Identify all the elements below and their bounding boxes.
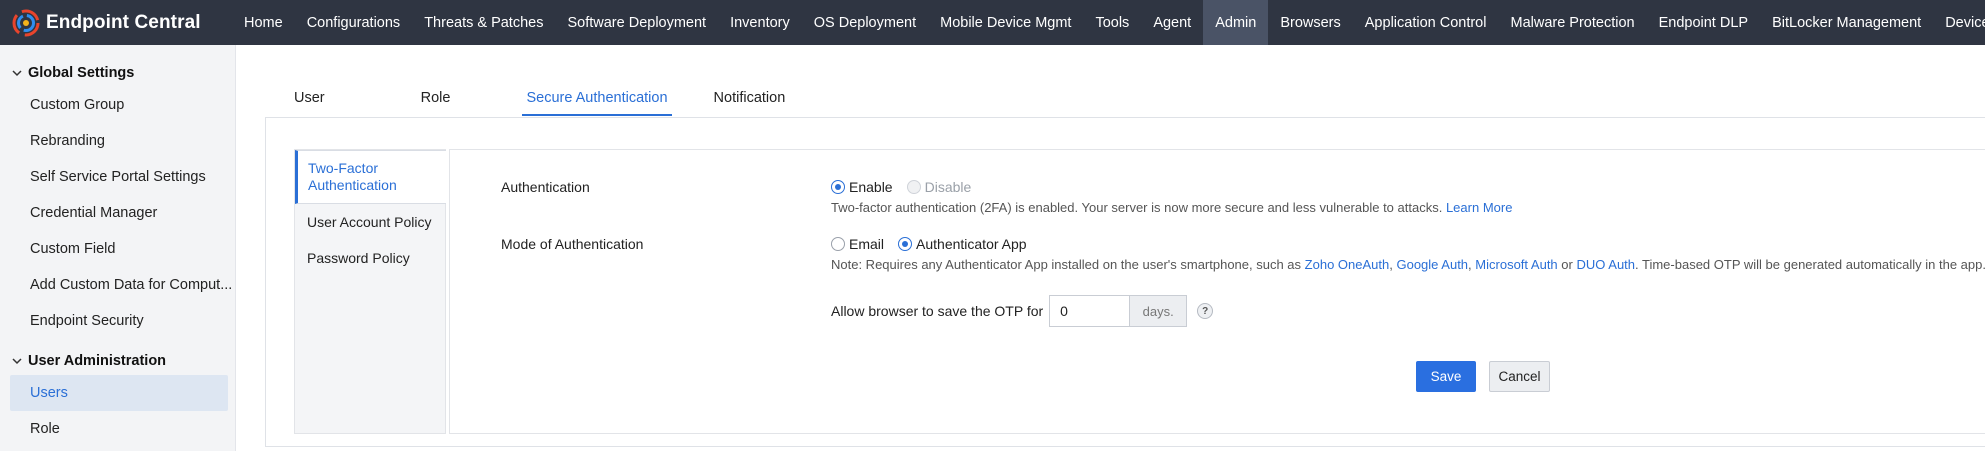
sidebar-section-global-settings[interactable]: Global Settings [0, 59, 235, 87]
subnav-password-policy[interactable]: Password Policy [295, 240, 445, 276]
disable-radio-label: Disable [924, 179, 972, 195]
disable-radio[interactable]: Disable [906, 179, 972, 195]
nav-software-deployment[interactable]: Software Deployment [555, 0, 718, 45]
mode-of-authentication-label: Mode of Authentication [501, 236, 644, 252]
main-nav: Home Configurations Threats & Patches So… [232, 0, 1985, 45]
brand-name: Endpoint Central [46, 11, 201, 33]
authentication-note: Two-factor authentication (2FA) is enabl… [831, 200, 1512, 215]
nav-threats-patches[interactable]: Threats & Patches [412, 0, 555, 45]
otp-days-input[interactable] [1049, 295, 1130, 327]
secure-auth-subnav: Two-Factor Authentication User Account P… [294, 149, 446, 434]
subnav-user-account-policy[interactable]: User Account Policy [295, 204, 445, 240]
two-factor-settings-panel [449, 149, 1985, 434]
email-radio[interactable]: Email [831, 236, 884, 252]
brand[interactable]: Endpoint Central [0, 0, 232, 45]
sidebar-item-custom-group[interactable]: Custom Group [0, 87, 235, 123]
radio-unselected-icon [831, 237, 845, 251]
mode-note-prefix: Note: Requires any Authenticator App ins… [831, 257, 1302, 272]
email-radio-label: Email [849, 236, 885, 252]
learn-more-link[interactable]: Learn More [1446, 200, 1512, 215]
chevron-down-icon [12, 358, 22, 365]
authenticator-app-radio[interactable]: Authenticator App [898, 236, 1027, 252]
tab-user[interactable]: User [290, 82, 329, 118]
sidebar-item-rebranding[interactable]: Rebranding [0, 123, 235, 159]
radio-unselected-icon [906, 180, 921, 194]
nav-inventory[interactable]: Inventory [718, 0, 802, 45]
nav-home[interactable]: Home [232, 0, 295, 45]
subnav-two-factor-authentication[interactable]: Two-Factor Authentication [295, 150, 446, 204]
mode-note-separator: , [1389, 257, 1393, 272]
sidebar-section-title: User Administration [28, 353, 167, 369]
sidebar-item-self-service-portal[interactable]: Self Service Portal Settings [0, 159, 235, 195]
duo-auth-link[interactable]: DUO Auth [1576, 257, 1635, 272]
enable-radio-label: Enable [849, 179, 893, 195]
help-icon[interactable]: ? [1197, 303, 1214, 319]
radio-selected-icon [898, 237, 913, 251]
chevron-down-icon [12, 70, 22, 77]
nav-device-control[interactable]: Device Control [1933, 0, 1985, 45]
nav-tools[interactable]: Tools [1083, 0, 1141, 45]
nav-configurations[interactable]: Configurations [295, 0, 413, 45]
mode-note-separator: , [1468, 257, 1472, 272]
authentication-note-text: Two-factor authentication (2FA) is enabl… [831, 200, 1443, 215]
tab-bar: User Role Secure Authentication Notifica… [290, 82, 833, 118]
authenticator-app-radio-label: Authenticator App [916, 236, 1027, 252]
nav-bitlocker-management[interactable]: BitLocker Management [1760, 0, 1933, 45]
enable-radio[interactable]: Enable [831, 179, 893, 195]
tab-role[interactable]: Role [417, 82, 455, 118]
sidebar-section-user-administration[interactable]: User Administration [0, 347, 235, 375]
nav-admin[interactable]: Admin [1203, 0, 1269, 45]
sidebar-item-add-custom-data[interactable]: Add Custom Data for Comput... [0, 267, 235, 303]
nav-mobile-device-mgmt[interactable]: Mobile Device Mgmt [928, 0, 1083, 45]
tab-notification[interactable]: Notification [710, 82, 790, 118]
google-auth-link[interactable]: Google Auth [1396, 257, 1468, 272]
radio-selected-icon [831, 180, 845, 194]
nav-agent[interactable]: Agent [1141, 0, 1203, 45]
authentication-label: Authentication [501, 179, 590, 195]
tab-secure-authentication[interactable]: Secure Authentication [522, 82, 672, 118]
sidebar-item-role[interactable]: Role [0, 411, 235, 447]
endpoint-central-logo-icon [12, 9, 40, 36]
nav-application-control[interactable]: Application Control [1353, 0, 1499, 45]
nav-endpoint-dlp[interactable]: Endpoint DLP [1647, 0, 1760, 45]
otp-save-row: Allow browser to save the OTP for days. … [831, 295, 1214, 327]
sidebar-item-credential-manager[interactable]: Credential Manager [0, 195, 235, 231]
save-button[interactable]: Save [1416, 361, 1476, 392]
mode-note-or: or [1561, 257, 1573, 272]
sidebar-item-users[interactable]: Users [10, 375, 228, 411]
nav-browsers[interactable]: Browsers [1268, 0, 1352, 45]
mode-note: Note: Requires any Authenticator App ins… [831, 257, 1985, 272]
top-navigation-bar: Endpoint Central Home Configurations Thr… [0, 0, 1985, 45]
sidebar-section-title: Global Settings [28, 65, 135, 81]
cancel-button[interactable]: Cancel [1489, 361, 1550, 392]
sidebar-item-custom-field[interactable]: Custom Field [0, 231, 235, 267]
otp-save-label: Allow browser to save the OTP for [831, 303, 1044, 319]
nav-malware-protection[interactable]: Malware Protection [1498, 0, 1646, 45]
mode-note-suffix: . Time-based OTP will be generated autom… [1635, 257, 1985, 272]
sidebar-item-endpoint-security[interactable]: Endpoint Security [0, 303, 235, 339]
otp-days-unit: days. [1129, 295, 1188, 327]
authentication-radio-group: Enable Disable [831, 179, 985, 195]
microsoft-auth-link[interactable]: Microsoft Auth [1475, 257, 1557, 272]
zoho-oneauth-link[interactable]: Zoho OneAuth [1305, 257, 1390, 272]
nav-os-deployment[interactable]: OS Deployment [802, 0, 928, 45]
sidebar: Global Settings Custom Group Rebranding … [0, 45, 236, 451]
mode-radio-group: Email Authenticator App [831, 236, 1041, 252]
